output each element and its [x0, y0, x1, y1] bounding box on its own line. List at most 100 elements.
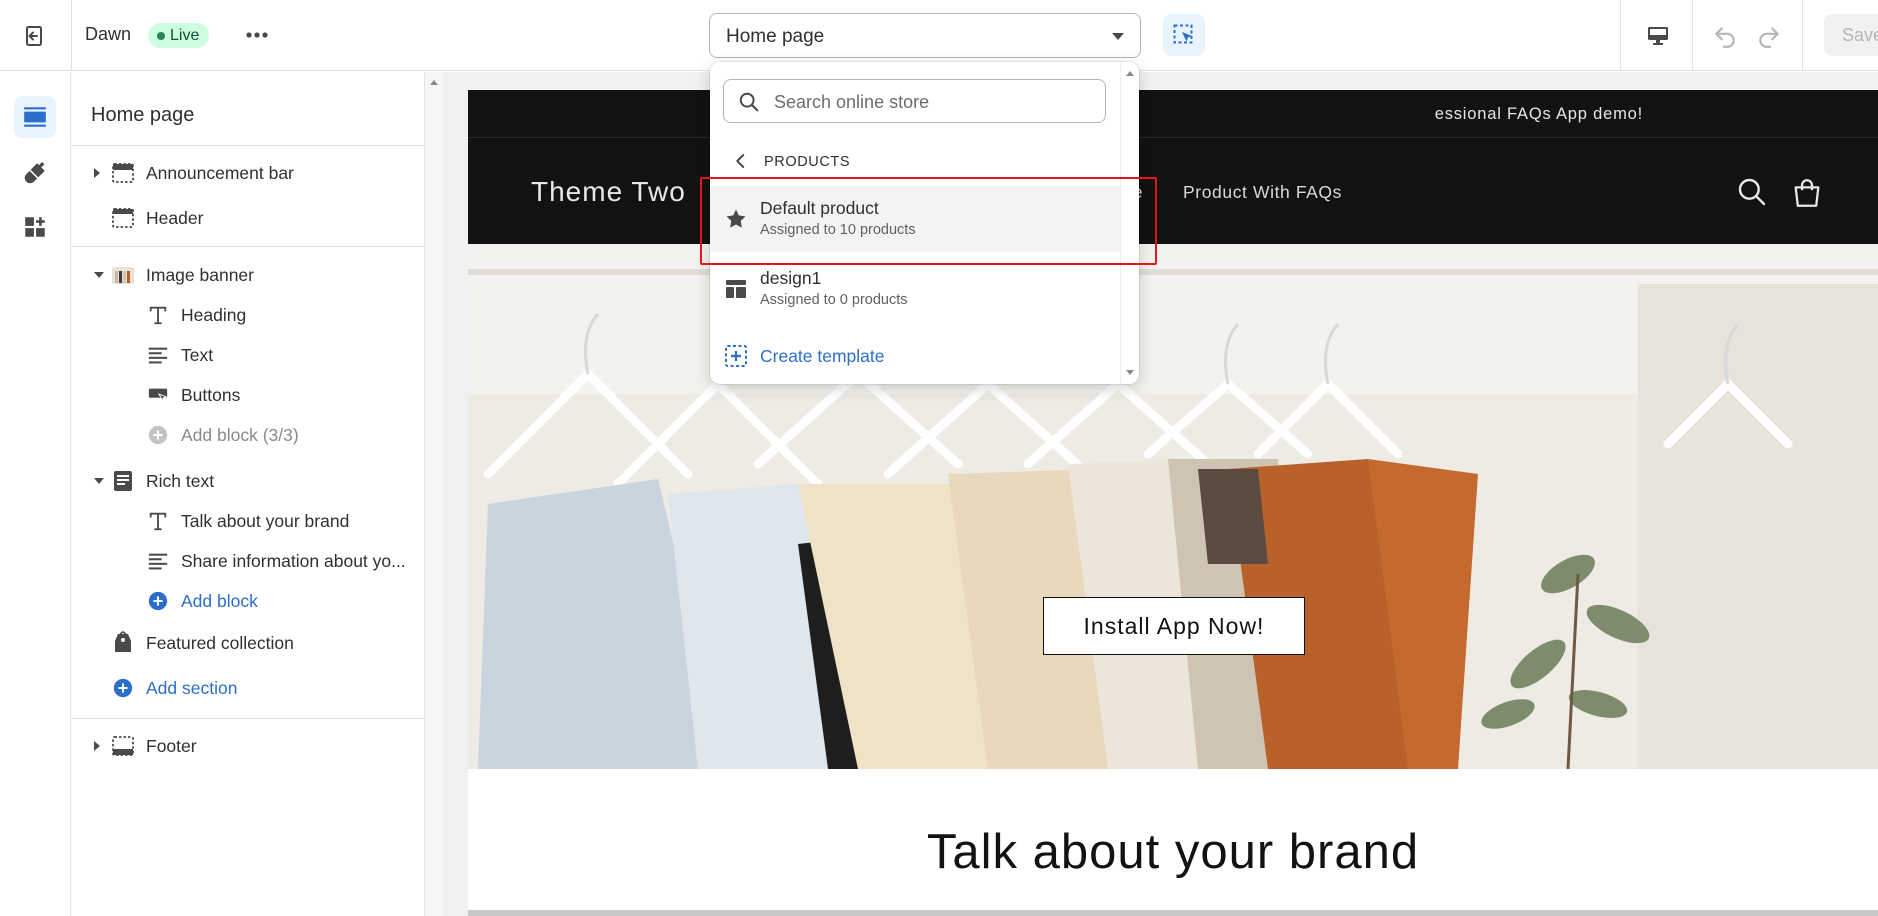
apps-icon: [25, 217, 45, 237]
sections-icon: [24, 107, 46, 127]
theme-settings-tab[interactable]: [14, 152, 56, 194]
search-icon[interactable]: [1736, 176, 1768, 208]
section-footer[interactable]: Footer: [72, 729, 425, 763]
store-preview: essional FAQs App demo! Theme Two ee Pro…: [468, 90, 1878, 916]
install-app-button[interactable]: Install App Now!: [1043, 597, 1305, 655]
image-banner[interactable]: Install App Now!: [468, 244, 1878, 769]
nav-link-product-faqs[interactable]: Product With FAQs: [1183, 182, 1342, 203]
chevron-right-icon[interactable]: [94, 741, 100, 751]
block-text[interactable]: Text: [72, 338, 425, 372]
sections-tab[interactable]: [14, 96, 56, 138]
scroll-up-icon[interactable]: [1126, 71, 1134, 76]
apps-tab[interactable]: [14, 206, 56, 248]
chevron-right-icon[interactable]: [94, 168, 100, 178]
more-actions-button[interactable]: [242, 20, 272, 50]
divider: [1802, 0, 1803, 71]
add-block-label: Add block (3/3): [181, 424, 299, 445]
add-section-label: Add section: [146, 677, 238, 698]
layout-icon: [726, 280, 746, 298]
section-label: Rich text: [146, 470, 215, 491]
divider: [72, 718, 425, 719]
block-label: Talk about your brand: [181, 510, 350, 531]
image-thumbnail-icon: [110, 262, 136, 288]
announcement-bar[interactable]: essional FAQs App demo!: [468, 90, 1878, 138]
block-buttons[interactable]: Buttons: [72, 378, 425, 412]
footer-icon: [110, 733, 136, 759]
redo-button[interactable]: [1751, 18, 1787, 54]
back-chevron-icon[interactable]: [732, 152, 750, 170]
template-option-design1[interactable]: design1 Assigned to 0 products: [710, 256, 1120, 322]
search-icon: [739, 92, 759, 112]
search-input[interactable]: [774, 89, 1094, 115]
section-rich-text[interactable]: Rich text: [72, 464, 425, 498]
announcement-bar-icon: [110, 160, 136, 186]
inspector-toggle-button[interactable]: [1163, 14, 1205, 56]
template-option-default-product[interactable]: Default product Assigned to 10 products: [710, 186, 1120, 252]
text-lines-icon: [145, 342, 171, 368]
block-talk-about-brand[interactable]: Talk about your brand: [72, 504, 425, 538]
add-block-disabled[interactable]: Add block (3/3): [72, 418, 425, 452]
chevron-down-icon[interactable]: [94, 272, 104, 278]
section-label: Footer: [146, 735, 197, 756]
divider: [71, 0, 72, 71]
section-featured-collection[interactable]: Featured collection: [72, 626, 425, 660]
undo-button[interactable]: [1707, 18, 1743, 54]
undo-icon: [1715, 27, 1735, 48]
plus-circle-icon: [110, 675, 136, 701]
store-logo[interactable]: Theme Two: [531, 176, 686, 208]
redo-icon: [1759, 27, 1779, 48]
add-block-button[interactable]: Add block: [72, 584, 425, 618]
block-share-information[interactable]: Share information about yo...: [72, 544, 425, 578]
status-badge: Live: [148, 23, 210, 48]
add-template-icon: [725, 345, 747, 367]
text-lines-icon: [145, 548, 171, 574]
template-name: Default product: [760, 198, 879, 218]
template-name: design1: [760, 268, 822, 288]
block-label: Heading: [181, 304, 247, 325]
scroll-down-icon[interactable]: [1126, 370, 1134, 375]
section-title: PRODUCTS: [764, 154, 851, 170]
block-label: Buttons: [181, 384, 241, 405]
desktop-view-button[interactable]: [1640, 18, 1676, 54]
store-header[interactable]: Theme Two ee Product With FAQs: [468, 138, 1878, 244]
exit-button[interactable]: [18, 20, 50, 52]
scroll-up-icon[interactable]: [430, 80, 438, 85]
block-label: Text: [181, 344, 214, 365]
save-button[interactable]: Save: [1824, 14, 1878, 56]
plus-circle-icon: [145, 422, 171, 448]
template-assigned-count: Assigned to 10 products: [760, 222, 916, 238]
add-block-label: Add block: [181, 590, 258, 611]
dropdown-scrollbar[interactable]: [1120, 62, 1139, 384]
section-label: Announcement bar: [146, 162, 294, 183]
section-header[interactable]: Header: [72, 201, 425, 235]
page-selector[interactable]: Home page: [709, 13, 1141, 58]
add-section-button[interactable]: Add section: [72, 671, 425, 705]
desktop-icon: [1648, 27, 1668, 45]
sidebar-title: Home page: [91, 104, 195, 126]
block-label: Share information about yo...: [181, 550, 406, 571]
button-icon: [145, 382, 171, 408]
create-template-button[interactable]: Create template: [710, 336, 1120, 374]
exit-icon: [26, 26, 42, 46]
select-cursor-icon: [1173, 24, 1193, 44]
section-image-banner[interactable]: Image banner: [72, 258, 425, 292]
template-assigned-count: Assigned to 0 products: [760, 292, 908, 308]
sections-sidebar: Home page Announcement bar Header Image …: [72, 72, 425, 916]
text-t-icon: [145, 508, 171, 534]
rich-text-heading[interactable]: Talk about your brand: [468, 824, 1878, 880]
plus-circle-icon: [145, 588, 171, 614]
clothing-rack-image: [468, 244, 1878, 769]
section-label: Header: [146, 207, 204, 228]
divider: [72, 145, 425, 146]
divider: [1620, 0, 1621, 71]
sidebar-scrollbar[interactable]: [425, 72, 443, 916]
search-field[interactable]: [723, 79, 1106, 123]
text-t-icon: [145, 302, 171, 328]
block-heading[interactable]: Heading: [72, 298, 425, 332]
divider: [72, 246, 425, 247]
cart-icon[interactable]: [1790, 176, 1824, 210]
section-label: Featured collection: [146, 632, 294, 653]
chevron-down-icon[interactable]: [94, 478, 104, 484]
preview-horizontal-scrollbar[interactable]: [468, 910, 1878, 916]
section-announcement-bar[interactable]: Announcement bar: [72, 156, 425, 190]
